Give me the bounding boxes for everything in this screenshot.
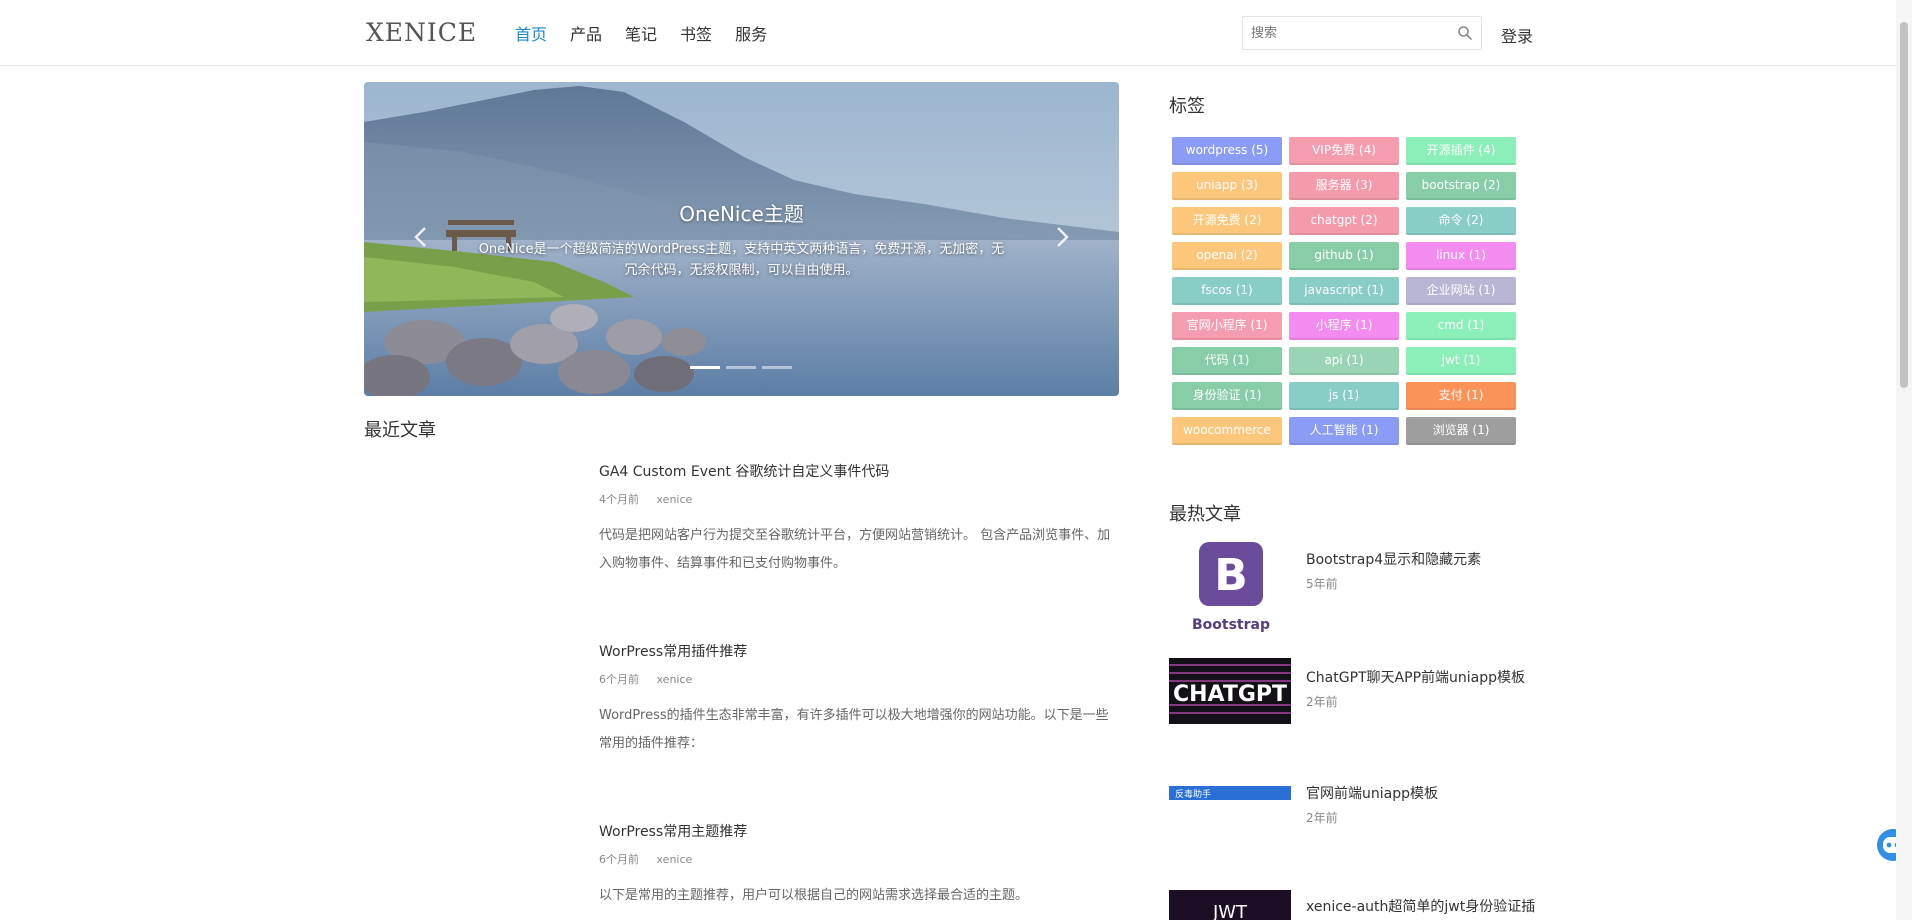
site-logo[interactable]: XENICE — [366, 18, 477, 47]
hot-post-item: 反毒助手 官网前端uniapp模板 2年前 — [1169, 774, 1539, 870]
post-time: 6个月前 — [599, 673, 639, 686]
carousel-indicators — [690, 366, 792, 369]
post-excerpt: 代码是把网站客户行为提交至谷歌统计平台，方便网站营销统计。 包含产品浏览事件、加… — [599, 528, 1111, 571]
hot-post-title[interactable]: ChatGPT聊天APP前端uniapp模板 — [1306, 667, 1525, 687]
post-excerpt: 以下是常用的主题推荐，用户可以根据自己的网站需求选择最合适的主题。 — [599, 888, 1029, 903]
tags-heading: 标签 — [1169, 96, 1205, 117]
post-meta: 6个月前 xenice — [599, 851, 1119, 867]
tag-item[interactable]: uniapp (3) — [1172, 172, 1282, 200]
hot-post-title[interactable]: 官网前端uniapp模板 — [1306, 783, 1438, 803]
recent-posts-heading: 最近文章 — [364, 420, 436, 441]
carousel-description: OneNice是一个超级简洁的WordPress主题，支持中英文两种语言，免费开… — [478, 242, 1005, 278]
hot-post-title[interactable]: Bootstrap4显示和隐藏元素 — [1306, 549, 1481, 569]
tag-item[interactable]: 企业网站 (1) — [1406, 277, 1516, 305]
tag-cloud: wordpress (5) VIP免费 (4) 开源插件 (4) uniapp … — [1172, 137, 1528, 445]
tag-item[interactable]: 身份验证 (1) — [1172, 382, 1282, 410]
search-input[interactable] — [1243, 17, 1443, 49]
scrollbar-thumb[interactable] — [1900, 22, 1908, 388]
tag-item[interactable]: chatgpt (2) — [1289, 207, 1399, 235]
tag-item[interactable]: VIP免费 (4) — [1289, 137, 1399, 165]
tag-item[interactable]: 支付 (1) — [1406, 382, 1516, 410]
page-scrollbar[interactable] — [1896, 0, 1912, 920]
post-author[interactable]: xenice — [657, 853, 693, 866]
tag-item[interactable]: 人工智能 (1) — [1289, 417, 1399, 445]
post-title[interactable]: WorPress常用插件推荐 — [599, 641, 1119, 661]
tag-item[interactable]: 浏览器 (1) — [1406, 417, 1516, 445]
nav-item-home[interactable]: 首页 — [515, 21, 547, 45]
post-author[interactable]: xenice — [657, 673, 693, 686]
jwt-thumb-label: JWT — [1212, 902, 1248, 920]
uniapp-thumb-label: 反毒助手 — [1175, 788, 1211, 800]
nav-item-notes[interactable]: 笔记 — [625, 21, 657, 45]
tag-item[interactable]: linux (1) — [1406, 242, 1516, 270]
hot-post-title[interactable]: xenice-auth超简单的jwt身份验证插 — [1306, 896, 1535, 916]
post-time: 6个月前 — [599, 853, 639, 866]
post-author[interactable]: xenice — [657, 493, 693, 506]
hot-post-item: B Bootstrap Bootstrap4显示和隐藏元素 5年前 — [1169, 540, 1539, 636]
tag-item[interactable]: openai (2) — [1172, 242, 1282, 270]
tag-item[interactable]: woocommerce — [1172, 417, 1282, 445]
carousel-indicator-3[interactable] — [762, 366, 792, 369]
svg-text:B: B — [1214, 550, 1248, 601]
tag-item[interactable]: javascript (1) — [1289, 277, 1399, 305]
tag-item[interactable]: 官网小程序 (1) — [1172, 312, 1282, 340]
tag-item[interactable]: 小程序 (1) — [1289, 312, 1399, 340]
bootstrap-logo-thumbnail[interactable]: B Bootstrap — [1169, 540, 1291, 636]
post-meta: 6个月前 xenice — [599, 671, 1119, 687]
carousel-next-icon[interactable] — [1047, 222, 1077, 252]
jwt-banner-thumbnail[interactable]: JWT — [1169, 890, 1291, 920]
carousel-indicator-2[interactable] — [726, 366, 756, 369]
tag-item[interactable]: wordpress (5) — [1172, 137, 1282, 165]
hot-post-time: 2年前 — [1306, 811, 1338, 825]
search-icon[interactable] — [1457, 25, 1473, 41]
tag-item[interactable]: js (1) — [1289, 382, 1399, 410]
post-excerpt: WordPress的插件生态非常丰富，有许多插件可以极大地增强你的网站功能。以下… — [599, 708, 1109, 751]
chatgpt-thumb-label: CHATGPT — [1173, 682, 1287, 707]
post-title[interactable]: GA4 Custom Event 谷歌统计自定义事件代码 — [599, 461, 1119, 481]
tag-item[interactable]: cmd (1) — [1406, 312, 1516, 340]
post-title[interactable]: WorPress常用主题推荐 — [599, 821, 1119, 841]
main-nav: 首页 产品 笔记 书签 服务 — [515, 21, 767, 45]
tag-item[interactable]: 命令 (2) — [1406, 207, 1516, 235]
uniapp-banner-thumbnail[interactable]: 反毒助手 — [1169, 780, 1291, 800]
post-item: GA4 Custom Event 谷歌统计自定义事件代码 4个月前 xenice… — [599, 461, 1119, 578]
tag-item[interactable]: 开源免费 (2) — [1172, 207, 1282, 235]
bootstrap-thumb-label: Bootstrap — [1192, 617, 1270, 633]
hot-post-time: 5年前 — [1306, 577, 1338, 591]
search-box — [1242, 16, 1482, 50]
nav-item-services[interactable]: 服务 — [735, 21, 767, 45]
tag-item[interactable]: 代码 (1) — [1172, 347, 1282, 375]
tag-item[interactable]: api (1) — [1289, 347, 1399, 375]
hot-posts-heading: 最热文章 — [1169, 504, 1241, 525]
post-item: WorPress常用插件推荐 6个月前 xenice WordPress的插件生… — [599, 641, 1119, 758]
carousel-indicator-1[interactable] — [690, 366, 720, 369]
nav-item-bookmarks[interactable]: 书签 — [680, 21, 712, 45]
tag-item[interactable]: 服务器 (3) — [1289, 172, 1399, 200]
chatgpt-banner-thumbnail[interactable]: CHATGPT — [1169, 658, 1291, 724]
tag-item[interactable]: fscos (1) — [1172, 277, 1282, 305]
login-link[interactable]: 登录 — [1501, 23, 1533, 47]
post-item: WorPress常用主题推荐 6个月前 xenice 以下是常用的主题推荐，用户… — [599, 821, 1119, 910]
post-time: 4个月前 — [599, 493, 639, 506]
carousel-title: OneNice主题 — [679, 202, 804, 226]
tag-item[interactable]: bootstrap (2) — [1406, 172, 1516, 200]
site-header: XENICE 首页 产品 笔记 书签 服务 登录 — [0, 0, 1912, 66]
carousel-prev-icon[interactable] — [406, 222, 436, 252]
nav-item-products[interactable]: 产品 — [570, 21, 602, 45]
tag-item[interactable]: github (1) — [1289, 242, 1399, 270]
hot-post-time: 2年前 — [1306, 695, 1338, 709]
tag-item[interactable]: 开源插件 (4) — [1406, 137, 1516, 165]
hot-post-item: JWT xenice-auth超简单的jwt身份验证插 — [1169, 890, 1539, 920]
tag-item[interactable]: jwt (1) — [1406, 347, 1516, 375]
hot-post-item: CHATGPT ChatGPT聊天APP前端uniapp模板 2年前 — [1169, 658, 1539, 754]
post-meta: 4个月前 xenice — [599, 491, 1119, 507]
hero-carousel[interactable]: OneNice主题 OneNice是一个超级简洁的WordPress主题，支持中… — [364, 82, 1119, 396]
